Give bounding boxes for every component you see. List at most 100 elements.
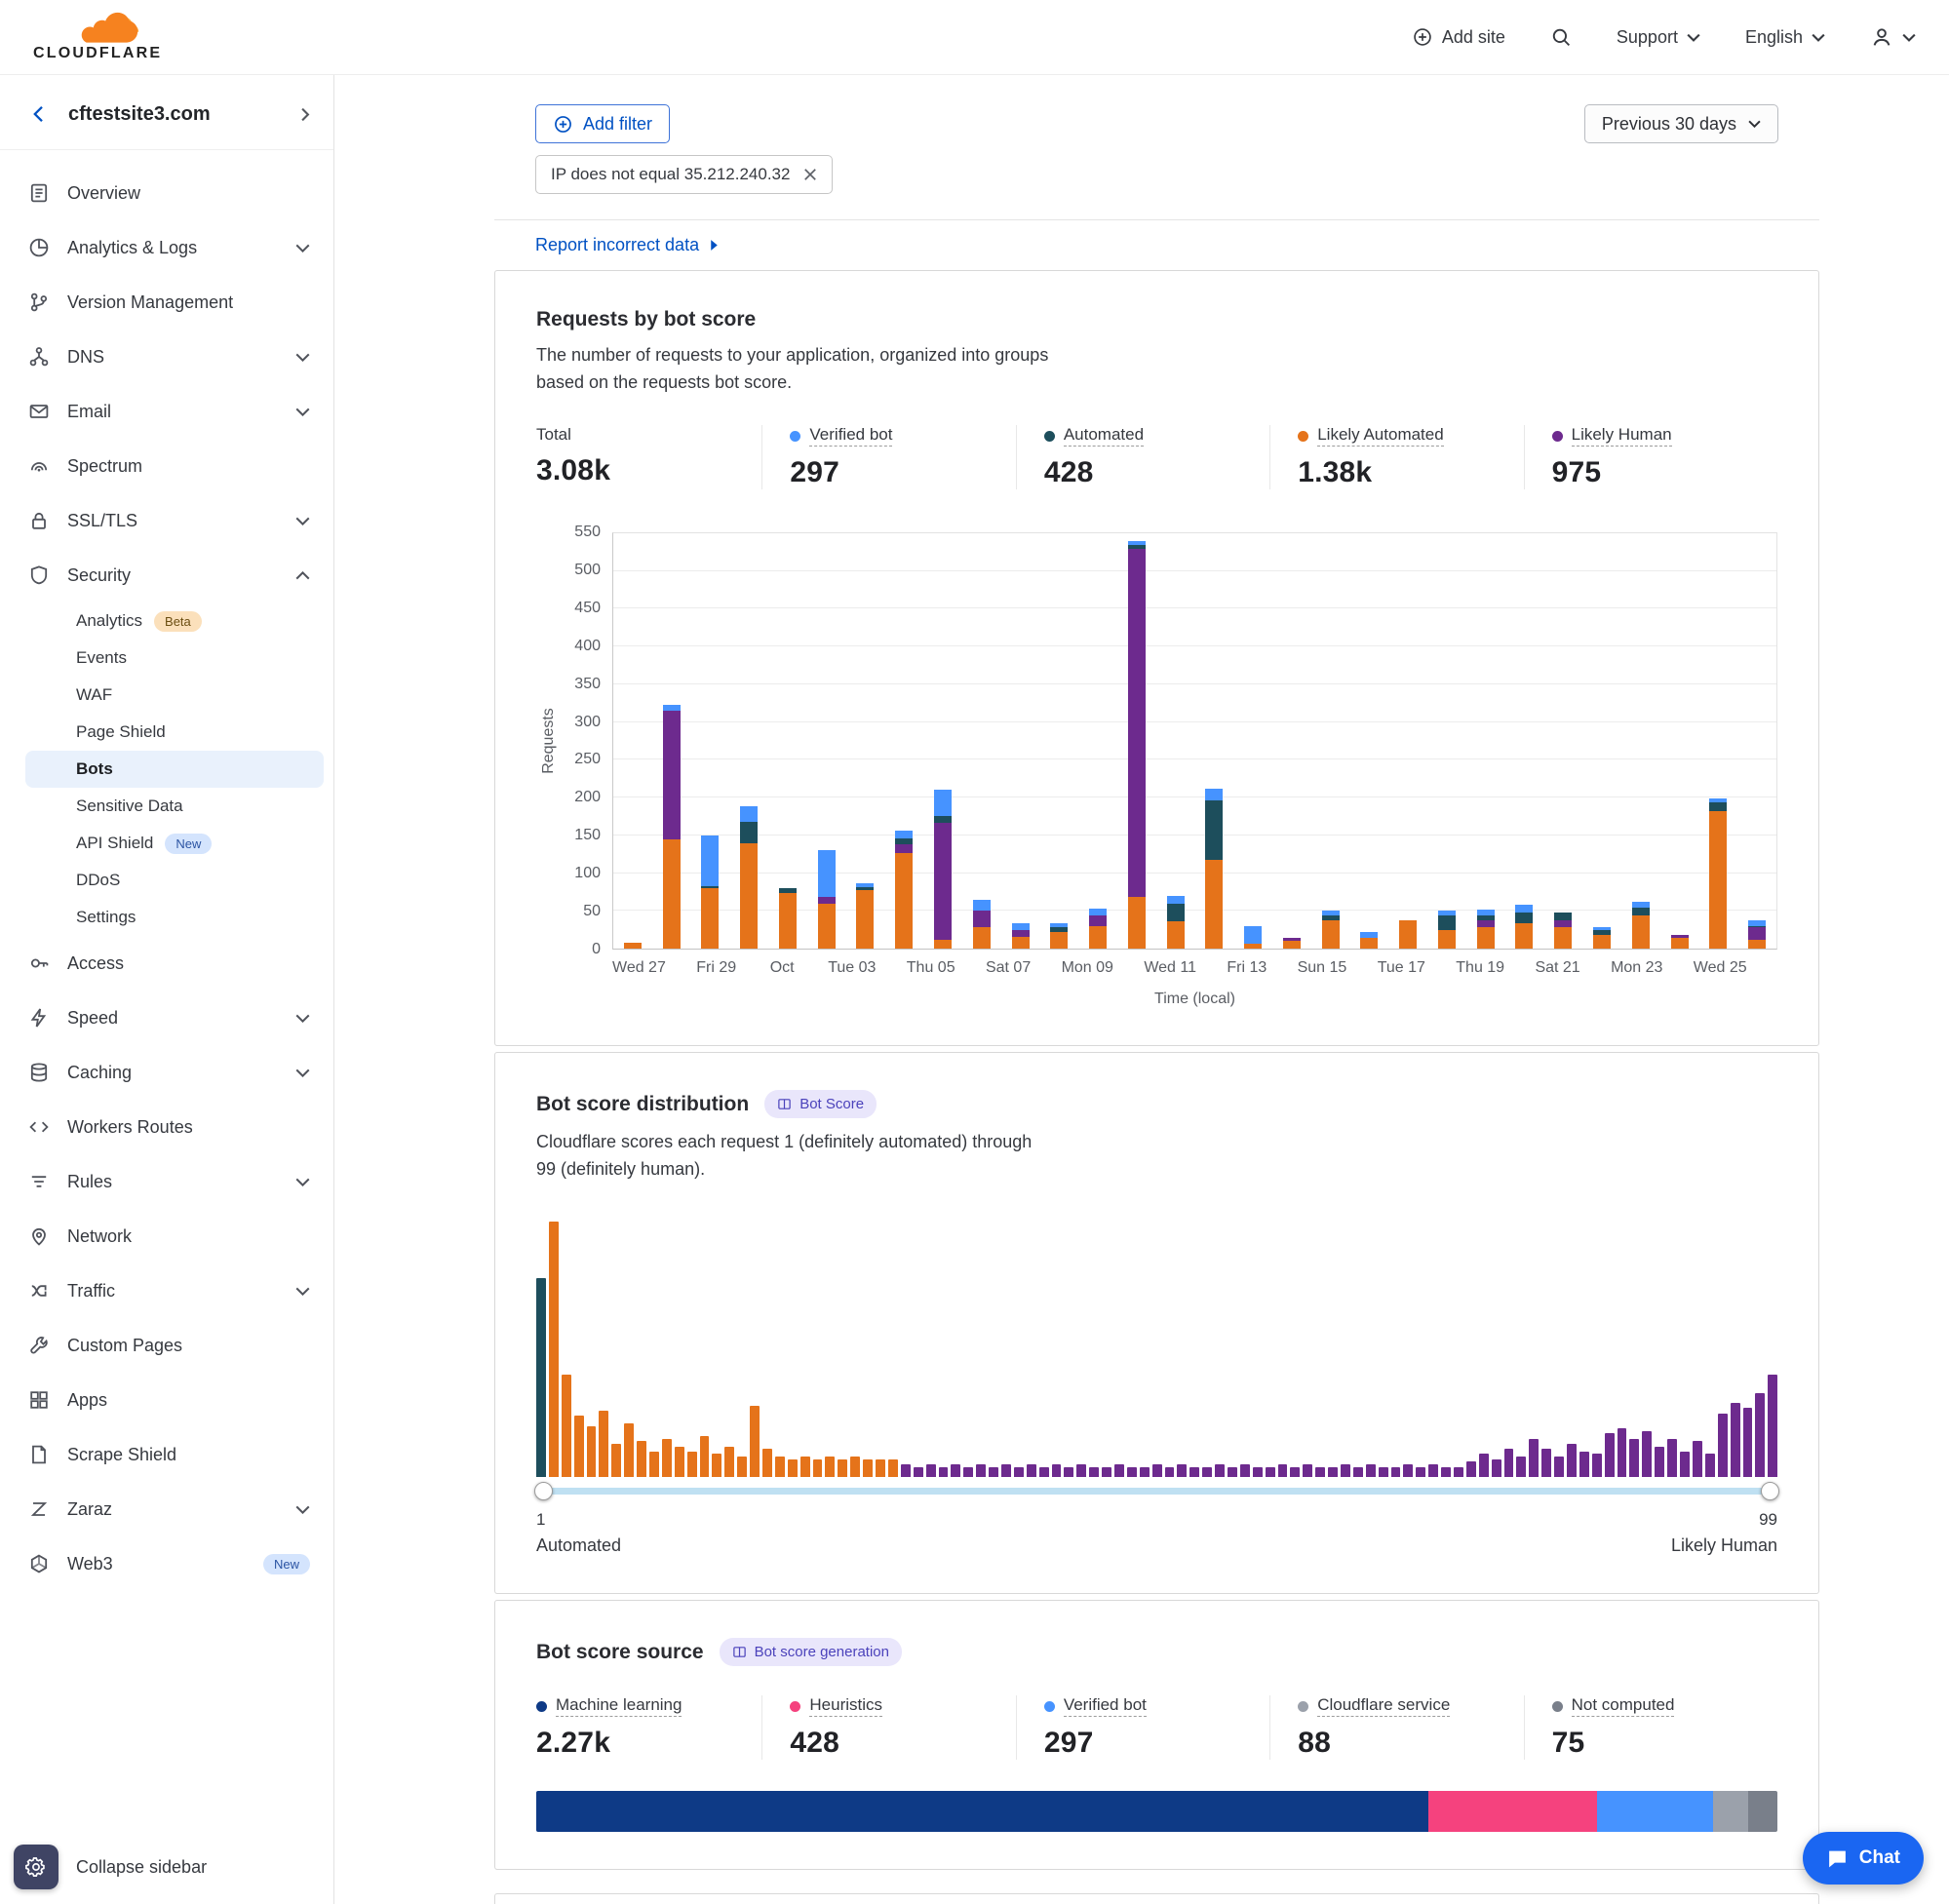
y-tick-label: 350 [574,676,601,693]
back-arrow-icon[interactable] [27,102,51,126]
bar-segment-verified-bot [1515,905,1533,913]
stacked-bar [1632,533,1650,949]
histogram-bar-score-45 [1089,1467,1099,1477]
bot-score-badge[interactable]: Bot Score [764,1090,877,1118]
cloudflare-cloud-icon [76,12,150,44]
sidebar-item-sensitive-data[interactable]: Sensitive Data [25,788,324,825]
sidebar-item-network[interactable]: Network [0,1209,333,1263]
sidebar-item-speed[interactable]: Speed [0,991,333,1045]
sidebar-item-traffic[interactable]: Traffic [0,1263,333,1318]
search-button[interactable] [1550,26,1572,48]
bot-score-source-card: Bot score source Bot score generation Ma… [494,1600,1819,1870]
stat-value: 297 [1044,1727,1269,1760]
support-menu[interactable]: Support [1617,27,1700,48]
sidebar-item-ssl-tls[interactable]: SSL/TLS [0,493,333,548]
histogram-bar-score-39 [1014,1467,1024,1477]
sidebar-item-analytics-logs[interactable]: Analytics & Logs [0,220,333,275]
histogram-bar-score-20 [775,1457,785,1477]
sidebar-item-settings[interactable]: Settings [25,899,324,936]
sidebar-item-zaraz[interactable]: Zaraz [0,1482,333,1536]
bar-segment-likely-automated [973,927,991,949]
bar-slot [652,533,691,949]
sidebar-item-workers-routes[interactable]: Workers Routes [0,1100,333,1154]
slider-track[interactable] [536,1488,1777,1495]
sidebar-item-spectrum[interactable]: Spectrum [0,439,333,493]
histogram-bar-score-33 [939,1467,949,1477]
sidebar-item-bots[interactable]: Bots [25,751,324,788]
stacked-bar [1089,533,1107,949]
bot-score-generation-badge[interactable]: Bot score generation [720,1638,902,1666]
histogram-bar-score-26 [850,1457,860,1477]
sidebar-item-web3[interactable]: Web3New [0,1536,333,1591]
stacked-bar [934,533,952,949]
sidebar-item-security[interactable]: Security [0,548,333,602]
bar-slot [1698,533,1737,949]
report-incorrect-data-link[interactable]: Report incorrect data [535,235,719,255]
slider-caption-labels: Automated Likely Human [536,1535,1777,1556]
bar-segment-likely-human [1477,920,1495,928]
workers-icon [27,1115,51,1139]
add-site-button[interactable]: Add site [1412,26,1505,48]
sidebar-item-scrape-shield[interactable]: Scrape Shield [0,1427,333,1482]
stacked-bar [663,533,681,949]
histogram-bar-score-34 [951,1464,960,1477]
sidebar-item-caching[interactable]: Caching [0,1045,333,1100]
sidebar-item-page-shield[interactable]: Page Shield [25,714,324,751]
cloudflare-logo[interactable]: CLOUDFLARE [33,12,162,62]
x-tick-label [1580,959,1611,977]
bar-slot [1660,533,1699,949]
bar-slot [1194,533,1233,949]
histogram-bar-score-10 [649,1452,659,1477]
sidebar-item-ddos[interactable]: DDoS [25,862,324,899]
slider-handle-max[interactable] [1761,1482,1779,1500]
sidebar-item-analytics[interactable]: AnalyticsBeta [25,602,324,640]
legend-dot [1298,431,1308,442]
sidebar-item-label: Version Management [67,292,310,313]
sidebar-item-access[interactable]: Access [0,936,333,991]
sidebar-subitem-label: Settings [76,908,136,927]
sidebar-item-apps[interactable]: Apps [0,1373,333,1427]
analytics-icon [27,236,51,259]
site-chevron-icon[interactable] [301,107,310,121]
sidebar-item-waf[interactable]: WAF [25,677,324,714]
sidebar-item-email[interactable]: Email [0,384,333,439]
sidebar-item-label: SSL/TLS [67,511,295,531]
add-filter-button[interactable]: Add filter [535,104,670,143]
legend-dot [1044,431,1055,442]
sidebar-item-events[interactable]: Events [25,640,324,677]
stat-label: Likely Human [1552,425,1777,447]
sidebar-item-label: Analytics & Logs [67,238,295,258]
account-menu[interactable] [1870,25,1916,49]
stat-cloudflare-service: Cloudflare service88 [1269,1695,1523,1760]
collapse-sidebar-button[interactable]: Collapse sidebar [0,1830,333,1904]
histogram-bar-score-77 [1492,1459,1501,1477]
source-segment-machine-learning [536,1791,1428,1832]
distribution-card-title: Bot score distribution [536,1093,749,1116]
stat-label: Heuristics [790,1695,1015,1717]
slider-handle-min[interactable] [534,1482,553,1500]
bar-segment-likely-automated [779,893,797,949]
histogram-bar-score-78 [1504,1449,1514,1477]
sidebar-item-dns[interactable]: DNS [0,330,333,384]
language-menu[interactable]: English [1745,27,1825,48]
sidebar-item-api-shield[interactable]: API ShieldNew [25,825,324,862]
preferences-gear-button[interactable] [14,1845,58,1889]
filter-chip[interactable]: IP does not equal 35.212.240.32 [535,155,833,194]
x-tick-label: Sun 15 [1298,959,1347,977]
x-tick-label: Thu 19 [1456,959,1504,977]
sidebar-item-rules[interactable]: Rules [0,1154,333,1209]
chat-button[interactable]: Chat [1803,1832,1924,1885]
histogram-bar-score-52 [1177,1464,1187,1477]
sidebar-item-custom-pages[interactable]: Custom Pages [0,1318,333,1373]
site-switcher: cftestsite3.com [0,75,333,150]
score-range-slider[interactable] [536,1479,1777,1502]
bar-segment-likely-automated [856,890,874,949]
requests-card-description: The number of requests to your applicati… [536,341,1053,396]
x-tick-label: Tue 17 [1378,959,1425,977]
ssl-icon [27,509,51,532]
sidebar-item-overview[interactable]: Overview [0,166,333,220]
bar-slot [1582,533,1621,949]
remove-filter-icon[interactable] [803,168,817,181]
date-range-button[interactable]: Previous 30 days [1584,104,1778,143]
sidebar-item-version-management[interactable]: Version Management [0,275,333,330]
